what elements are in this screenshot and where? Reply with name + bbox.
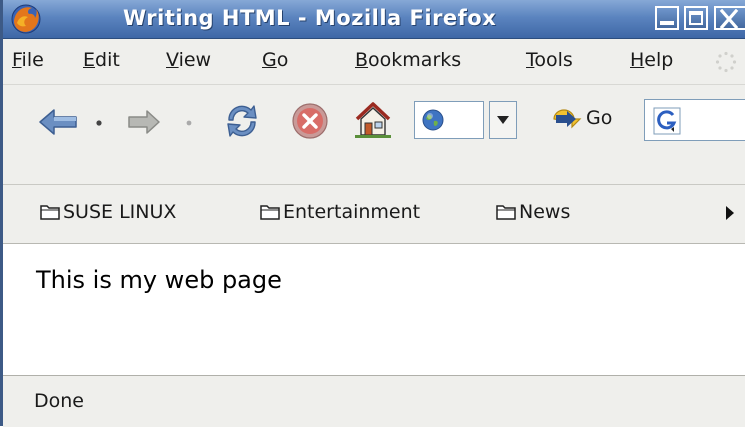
dropdown-dot-icon	[96, 120, 102, 126]
minimize-icon	[660, 21, 674, 25]
go-arrow-icon	[553, 109, 582, 129]
throbber-icon	[715, 51, 737, 73]
navigation-toolbar: Go	[3, 85, 745, 185]
search-input[interactable]	[644, 99, 745, 141]
back-arrow-icon	[39, 109, 77, 135]
stop-button[interactable]	[291, 102, 329, 140]
firefox-icon	[11, 4, 41, 34]
home-button[interactable]	[353, 99, 393, 141]
menu-edit[interactable]: Edit	[83, 49, 120, 71]
reload-button[interactable]	[221, 100, 263, 142]
go-label[interactable]: Go	[586, 107, 612, 129]
bookmarks-toolbar: SUSE LINUX Entertainment News	[3, 185, 745, 244]
menu-view[interactable]: View	[166, 49, 211, 71]
back-button[interactable]	[38, 107, 78, 137]
title-bar[interactable]: Writing HTML - Mozilla Firefox	[3, 0, 745, 39]
close-button[interactable]	[714, 6, 745, 30]
stop-icon	[292, 103, 328, 139]
bookmark-label: News	[519, 201, 571, 223]
status-text: Done	[34, 390, 84, 412]
maximize-button[interactable]	[684, 6, 708, 30]
menu-bar: File Edit View Go Bookmarks Tools Help	[3, 39, 745, 85]
maximize-icon	[689, 11, 703, 25]
go-button[interactable]	[552, 107, 582, 131]
forward-dropdown[interactable]	[185, 119, 193, 127]
browser-window: Writing HTML - Mozilla Firefox File Edit…	[0, 0, 745, 427]
menu-bookmarks[interactable]: Bookmarks	[355, 49, 461, 71]
folder-icon	[496, 205, 516, 220]
dropdown-dot-icon	[186, 120, 192, 126]
url-history-dropdown[interactable]	[489, 101, 517, 139]
forward-button[interactable]	[127, 107, 161, 137]
status-bar: Done	[3, 375, 745, 427]
menu-help[interactable]: Help	[630, 49, 673, 71]
menu-file[interactable]: File	[12, 49, 44, 71]
dropdown-arrow-icon	[497, 116, 509, 124]
menu-go[interactable]: Go	[262, 49, 288, 71]
bookmark-label: SUSE LINUX	[63, 201, 177, 223]
window-title: Writing HTML - Mozilla Firefox	[123, 6, 497, 30]
home-icon	[355, 102, 391, 138]
globe-icon	[422, 109, 444, 131]
minimize-button[interactable]	[655, 6, 679, 30]
url-input[interactable]	[414, 101, 484, 139]
chevron-right-icon[interactable]	[725, 205, 735, 221]
back-dropdown[interactable]	[95, 119, 103, 127]
page-content: This is my web page	[3, 244, 745, 375]
google-icon	[653, 107, 681, 135]
reload-icon	[227, 105, 257, 137]
forward-arrow-icon	[128, 110, 160, 134]
bookmark-label: Entertainment	[283, 201, 421, 223]
close-icon	[719, 9, 739, 29]
menu-tools[interactable]: Tools	[526, 49, 573, 71]
page-text: This is my web page	[36, 266, 282, 294]
folder-icon	[40, 205, 60, 220]
folder-icon	[260, 205, 280, 220]
